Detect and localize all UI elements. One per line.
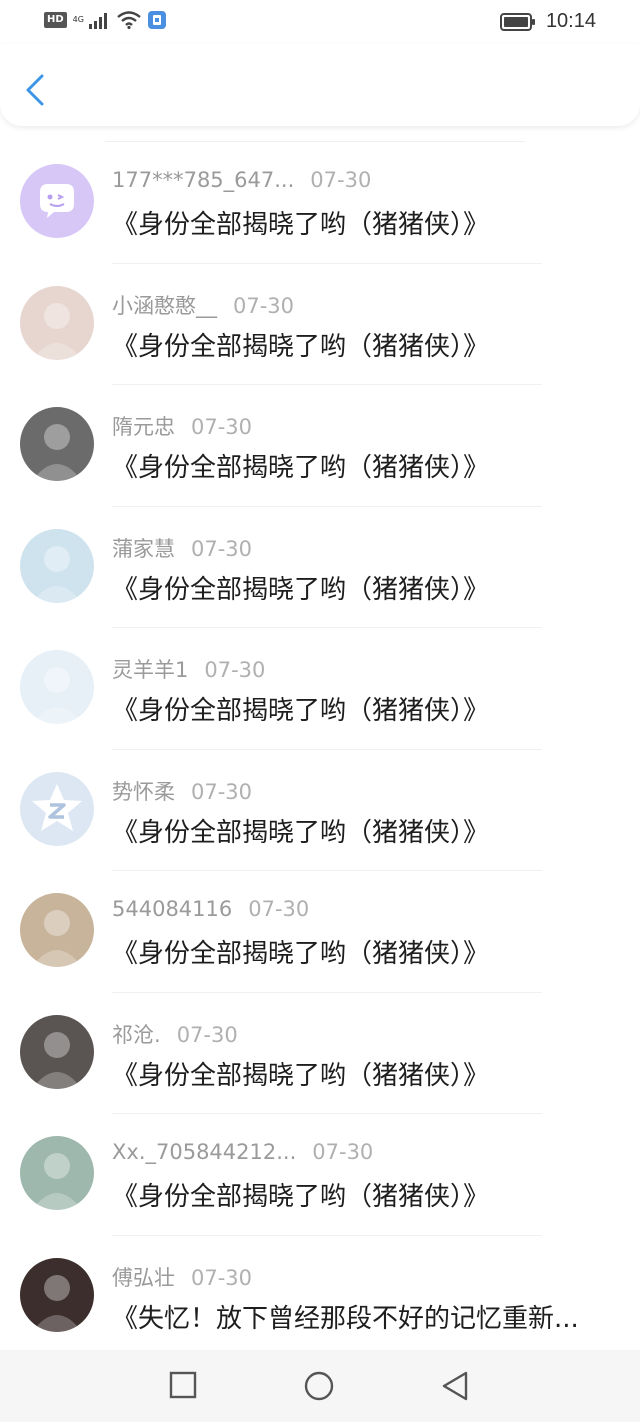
name-text: 傅弘壮 [112,1265,175,1290]
commenter-name[interactable]: 小涵憨憨__ 07-30 [112,290,294,320]
nav-back-button[interactable] [440,1370,470,1406]
commenter-name[interactable]: 177***785_647... 07-30 [112,168,371,192]
name-text: 177***785_647... [112,168,295,192]
name-text: 蒲家慧 [112,536,175,561]
item-date: 07-30 [191,779,253,804]
person-photo-icon [32,424,82,481]
name-text: 544084116 [112,897,233,921]
avatar[interactable] [20,650,94,724]
commenter-name[interactable]: 灵羊羊1 07-30 [112,654,265,684]
system-nav-bar [0,1350,640,1422]
item-date: 07-30 [204,658,266,682]
person-photo-icon [32,1274,82,1332]
item-title[interactable]: 《身份全部揭晓了哟（猪猪侠）》 [112,326,612,363]
item-title[interactable]: 《失忆！放下曾经那段不好的记忆重新... [112,1298,612,1335]
battery-icon [499,12,535,31]
list-item[interactable]: 小涵憨憨__ 07-30 《身份全部揭晓了哟（猪猪侠）》 [0,264,640,385]
top-bar [0,44,640,126]
avatar[interactable] [20,285,94,360]
item-title[interactable]: 《身份全部揭晓了哟（猪猪侠）》 [112,569,612,606]
commenter-name[interactable]: 祁沧. 07-30 [112,1019,238,1049]
avatar[interactable] [20,1257,94,1332]
person-photo-icon [32,1031,82,1089]
name-text: 势怀柔 [112,779,175,804]
wifi-icon [116,11,141,29]
commenter-name[interactable]: 蒲家慧 07-30 [112,533,252,563]
item-date: 07-30 [191,415,253,439]
list-item[interactable]: 祁沧. 07-30 《身份全部揭晓了哟（猪猪侠）》 [0,993,640,1114]
item-title[interactable]: 《身份全部揭晓了哟（猪猪侠）》 [112,1055,612,1092]
item-date: 07-30 [191,536,253,561]
person-photo-icon [32,1153,82,1210]
comment-list: 177***785_647... 07-30 《身份全部揭晓了哟（猪猪侠）》 小涵憨憨… [0,142,640,1357]
avatar[interactable] [20,1136,94,1210]
status-left: HD 4G [44,10,167,30]
list-item[interactable]: 蒲家慧 07-30 《身份全部揭晓了哟（猪猪侠）》 [0,507,640,628]
list-item[interactable]: 势怀柔 07-30 《身份全部揭晓了哟（猪猪侠）》 [0,750,640,871]
status-right: 10:14 [499,10,596,33]
hd-badge: HD [44,12,67,28]
name-text: 灵羊羊1 [112,658,189,682]
back-icon [442,1371,468,1401]
avatar[interactable] [20,1014,94,1089]
chat-bubble-icon [40,184,74,218]
avatar[interactable] [20,164,94,238]
person-photo-icon [32,910,82,967]
avatar[interactable] [20,407,94,481]
clock: 10:14 [545,10,596,32]
list-item[interactable]: 177***785_647... 07-30 《身份全部揭晓了哟（猪猪侠）》 [0,142,640,264]
commenter-name[interactable]: 傅弘壮 07-30 [112,1262,252,1292]
item-date: 07-30 [312,1140,374,1164]
item-date: 07-30 [310,168,372,192]
list-item[interactable]: 灵羊羊1 07-30 《身份全部揭晓了哟（猪猪侠）》 [0,628,640,750]
person-photo-icon [32,667,82,724]
avatar[interactable] [20,528,94,603]
back-button[interactable] [18,70,52,110]
item-title[interactable]: 《身份全部揭晓了哟（猪猪侠）》 [112,690,612,727]
recent-apps-icon [169,1371,197,1399]
person-photo-icon [32,302,82,360]
item-date: 07-30 [233,293,295,318]
home-button[interactable] [303,1370,335,1406]
name-text: Xx._705844212... [112,1140,297,1164]
avatar[interactable] [20,893,94,967]
status-bar: HD 4G 10:14 [0,0,640,44]
commenter-name[interactable]: 势怀柔 07-30 [112,776,252,806]
item-date: 07-30 [248,897,310,921]
sim-icon [147,11,166,29]
item-title[interactable]: 《身份全部揭晓了哟（猪猪侠）》 [112,204,612,241]
item-title[interactable]: 《身份全部揭晓了哟（猪猪侠）》 [112,1176,612,1213]
item-date: 07-30 [191,1265,253,1290]
home-icon [304,1371,334,1401]
z-logo-icon [32,783,82,831]
avatar[interactable] [20,771,94,846]
list-item[interactable]: Xx._705844212... 07-30 《身份全部揭晓了哟（猪猪侠）》 [0,1114,640,1236]
name-text: 隋元忠 [112,415,175,439]
recent-apps-button[interactable] [168,1370,198,1404]
name-text: 祁沧. [112,1022,161,1047]
commenter-name[interactable]: 544084116 07-30 [112,897,309,921]
item-title[interactable]: 《身份全部揭晓了哟（猪猪侠）》 [112,812,612,849]
signal-icon [88,13,107,29]
item-date: 07-30 [176,1022,238,1047]
item-title[interactable]: 《身份全部揭晓了哟（猪猪侠）》 [112,447,612,484]
chevron-left-icon [26,74,44,106]
item-title[interactable]: 《身份全部揭晓了哟（猪猪侠）》 [112,933,612,970]
list-item[interactable]: 544084116 07-30 《身份全部揭晓了哟（猪猪侠）》 [0,871,640,993]
commenter-name[interactable]: Xx._705844212... 07-30 [112,1140,373,1164]
name-text: 小涵憨憨__ [112,293,217,318]
list-item[interactable]: 傅弘壮 07-30 《失忆！放下曾经那段不好的记忆重新... [0,1236,640,1357]
person-photo-icon [32,545,82,603]
network-type: 4G [72,15,84,24]
commenter-name[interactable]: 隋元忠 07-30 [112,411,252,441]
list-item[interactable]: 隋元忠 07-30 《身份全部揭晓了哟（猪猪侠）》 [0,385,640,507]
